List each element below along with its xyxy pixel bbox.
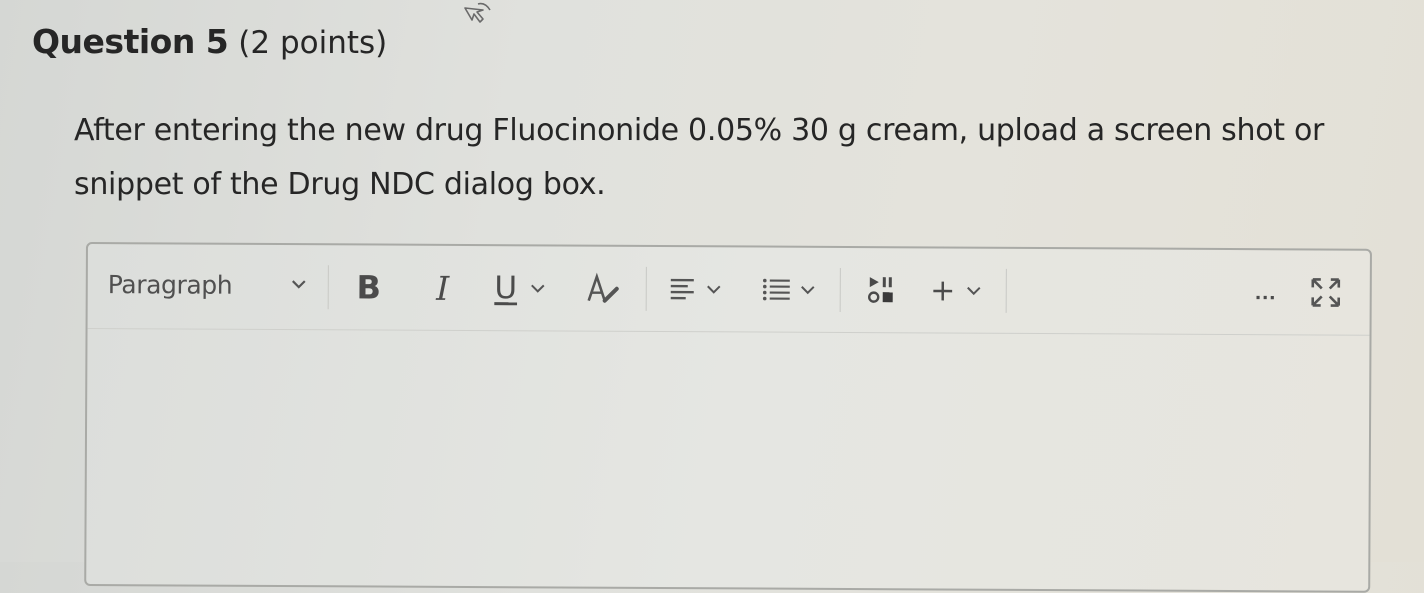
- more-options-button[interactable]: ...: [1246, 272, 1286, 312]
- align-button[interactable]: [666, 267, 700, 311]
- text-color-icon: [587, 272, 619, 303]
- question-prompt: After entering the new drug Fluocinonide…: [74, 113, 1325, 202]
- chevron-down-icon: [967, 286, 981, 296]
- list-options-button[interactable]: [798, 272, 818, 308]
- bullet-list-icon: [762, 278, 790, 301]
- toolbar-separator: [645, 266, 647, 311]
- underline-options-button[interactable]: [528, 270, 548, 306]
- chevron-down-icon: [801, 286, 815, 295]
- toolbar-separator: [327, 265, 329, 310]
- editor-content-area[interactable]: [86, 330, 1369, 591]
- text-color-button[interactable]: [582, 267, 624, 311]
- fullscreen-button[interactable]: [1306, 272, 1346, 312]
- bold-button[interactable]: B: [350, 265, 388, 309]
- insert-options-button[interactable]: [964, 273, 984, 309]
- chevron-down-icon: [707, 285, 721, 294]
- insert-button[interactable]: +: [928, 268, 958, 312]
- align-options-button[interactable]: [704, 271, 724, 307]
- block-format-value: Paragraph: [107, 269, 233, 300]
- fullscreen-icon: [1311, 278, 1341, 307]
- rich-text-editor[interactable]: Paragraph B I U + ...: [84, 242, 1372, 593]
- question-header: Question 5 (2 points): [32, 22, 387, 61]
- media-icon: [868, 277, 893, 303]
- underline-button[interactable]: U: [488, 266, 524, 310]
- toolbar-separator: [1005, 268, 1007, 313]
- question-points: (2 points): [238, 25, 388, 61]
- toolbar-separator: [839, 267, 841, 312]
- chevron-down-icon: [531, 284, 545, 293]
- align-left-icon: [670, 278, 694, 300]
- chevron-down-icon: [290, 276, 308, 294]
- editor-toolbar: Paragraph B I U + ...: [87, 244, 1370, 336]
- block-format-dropdown[interactable]: Paragraph: [108, 266, 309, 303]
- question-title: Question 5: [32, 22, 229, 61]
- hand-cursor-icon: [464, 2, 491, 23]
- list-button[interactable]: [760, 268, 794, 312]
- italic-button[interactable]: I: [424, 266, 462, 310]
- media-button[interactable]: [862, 268, 902, 312]
